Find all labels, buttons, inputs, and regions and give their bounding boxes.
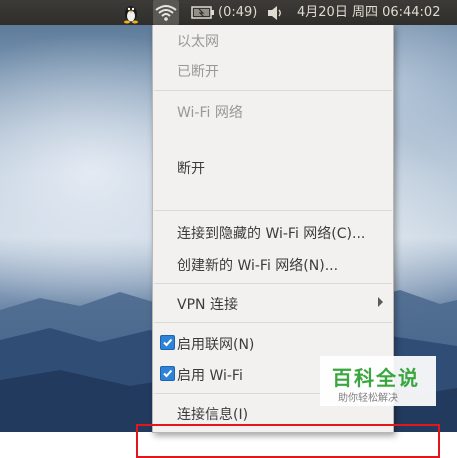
wifi-icon[interactable] — [153, 0, 179, 25]
separator — [154, 322, 392, 323]
checkbox-checked-icon[interactable] — [160, 366, 175, 381]
enable-wifi-item[interactable]: 启用 Wi-Fi — [177, 365, 243, 385]
ethernet-header: 以太网 — [177, 34, 219, 50]
battery-time: (0:49) — [218, 5, 258, 20]
ethernet-status: 已断开 — [177, 64, 219, 80]
clock[interactable]: 4月20日 周四 06:44:02 — [297, 0, 440, 25]
connect-hidden-wifi-item[interactable]: 连接到隐藏的 Wi-Fi 网络(C)... — [177, 223, 365, 243]
create-new-wifi-item[interactable]: 创建新的 Wi-Fi 网络(N)... — [177, 255, 338, 275]
separator — [154, 210, 392, 211]
tux-icon[interactable] — [122, 0, 142, 25]
connection-info-item[interactable]: 连接信息(I) — [177, 404, 248, 424]
watermark-logo: 百科全说 助你轻松解决 — [320, 356, 436, 406]
wifi-networks-header: Wi-Fi 网络 — [177, 105, 243, 121]
watermark-title: 百科全说 — [332, 366, 420, 390]
disconnect-item[interactable]: 断开 — [177, 158, 205, 178]
battery-icon[interactable] — [191, 0, 215, 25]
separator — [154, 283, 392, 284]
enable-networking-item[interactable]: 启用联网(N) — [177, 334, 254, 354]
separator — [154, 90, 392, 91]
vpn-connections-item[interactable]: VPN 连接 — [177, 294, 238, 314]
submenu-arrow-icon — [378, 297, 383, 307]
volume-icon[interactable] — [267, 0, 283, 25]
highlight-box — [136, 424, 440, 458]
watermark-subtitle: 助你轻松解决 — [338, 393, 398, 404]
top-panel: (0:49) 4月20日 周四 06:44:02 — [0, 0, 457, 25]
checkbox-checked-icon[interactable] — [160, 335, 175, 350]
